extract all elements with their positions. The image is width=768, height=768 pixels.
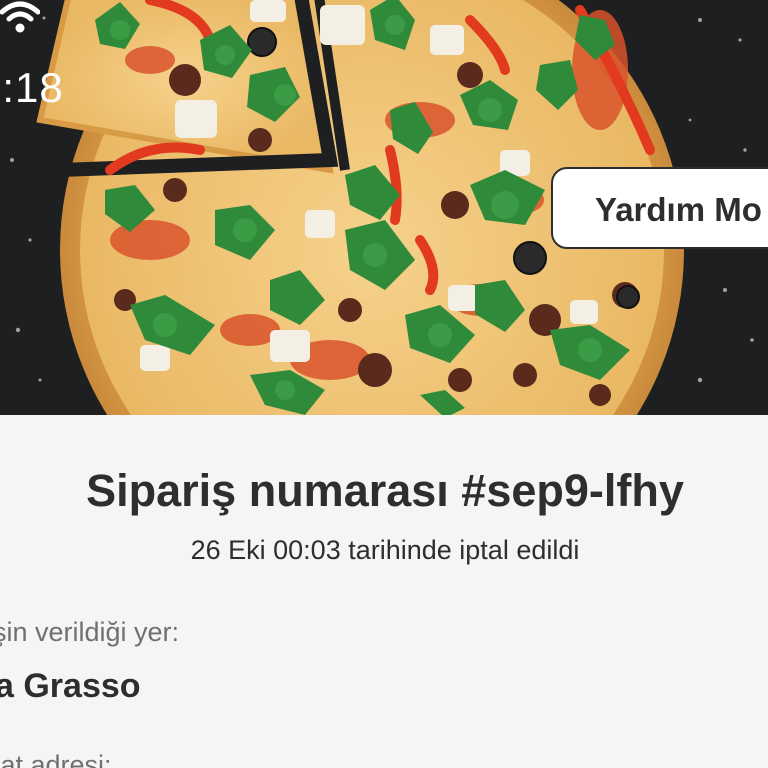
order-origin-label: rişin verildiği yer: xyxy=(0,617,180,647)
restaurant-name: za Grasso xyxy=(0,667,141,705)
status-time: 0:18 xyxy=(0,64,64,111)
wifi-icon xyxy=(0,1,40,33)
hero-image: 0:18 Yardım Mo xyxy=(0,0,768,415)
help-button[interactable]: Yardım Mo xyxy=(551,167,768,249)
order-title: Sipariş numarası #sep9-lfhy xyxy=(86,465,684,516)
order-details: Sipariş numarası #sep9-lfhy 26 Eki 00:03… xyxy=(0,415,768,768)
delivery-address-label: mat adresi: xyxy=(0,750,112,768)
order-status: 26 Eki 00:03 tarihinde iptal edildi xyxy=(190,535,580,565)
help-button-label: Yardım Mo xyxy=(595,191,762,228)
